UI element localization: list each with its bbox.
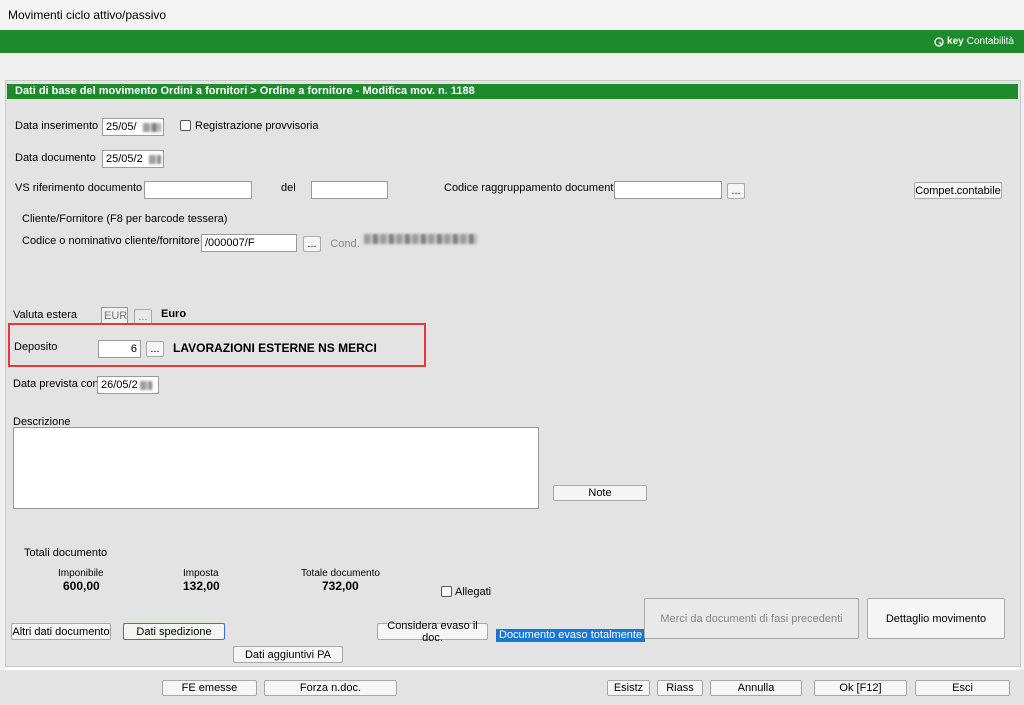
riass-button[interactable]: Riass (657, 680, 703, 696)
data-documento-label: Data documento (15, 152, 96, 164)
dettaglio-movimento-button[interactable]: Dettaglio movimento (867, 598, 1005, 639)
dati-spedizione-button[interactable]: Dati spedizione (123, 623, 225, 640)
registrazione-provvisoria-checkbox[interactable] (180, 120, 191, 131)
esistz-button[interactable]: Esistz (607, 680, 650, 696)
esci-button[interactable]: Esci (915, 680, 1010, 696)
valuta-estera-label: Valuta estera (13, 309, 78, 321)
data-inserimento-value: 25/05/ (106, 121, 137, 133)
imponibile-label: Imponibile (58, 568, 104, 579)
redacted-text (143, 123, 161, 132)
altri-dati-documento-button[interactable]: Altri dati documento (11, 623, 111, 640)
deposito-label: Deposito (14, 341, 58, 353)
codice-raggruppamento-input[interactable] (614, 181, 722, 199)
fe-emesse-button[interactable]: FE emesse (162, 680, 257, 696)
imposta-value: 132,00 (183, 579, 220, 593)
redacted-name (364, 234, 477, 244)
imposta-label: Imposta (183, 568, 219, 579)
deposito-description: LAVORAZIONI ESTERNE NS MERCI (173, 341, 377, 355)
deposito-lookup-button[interactable]: ... (146, 341, 164, 357)
section-header: Dati di base del movimento Ordini a forn… (7, 84, 1018, 99)
vs-riferimento-input[interactable] (144, 181, 252, 199)
redacted-text (140, 381, 152, 390)
codice-raggruppamento-label: Codice raggruppamento documenti (444, 182, 616, 194)
data-documento-field[interactable]: 25/05/2 (102, 150, 164, 168)
allegati-label: Allegati (455, 586, 492, 598)
compet-contabile-button[interactable]: Compet.contabile (914, 182, 1002, 199)
ok-f12-button[interactable]: Ok [F12] (814, 680, 907, 696)
data-inserimento-label: Data inserimento (15, 120, 99, 132)
data-prevista-label: Data prevista cons (13, 378, 97, 390)
data-prevista-input[interactable]: 26/05/2 (97, 376, 159, 394)
totale-documento-label: Totale documento (301, 568, 380, 579)
codice-nominativo-lookup-button[interactable]: ... (303, 236, 321, 252)
valuta-description: Euro (161, 308, 187, 320)
main-panel (5, 80, 1021, 667)
documento-evaso-status: Documento evaso totalmente (496, 629, 646, 642)
key-logo-icon (934, 36, 944, 47)
imponibile-value: 600,00 (63, 579, 100, 593)
del-date-input[interactable] (311, 181, 388, 199)
annulla-button[interactable]: Annulla (710, 680, 802, 696)
del-label: del (281, 182, 296, 194)
codice-nominativo-label: Codice o nominativo cliente/fornitore (22, 235, 200, 247)
cond-button[interactable]: Cond. (329, 235, 361, 252)
codice-raggruppamento-lookup-button[interactable]: ... (727, 183, 745, 199)
data-inserimento-field[interactable]: 25/05/ (102, 118, 164, 136)
redacted-text (149, 155, 161, 164)
cliente-fornitore-label: Cliente/Fornitore (F8 per barcode tesser… (22, 213, 228, 225)
totale-documento-value: 732,00 (322, 579, 359, 593)
section-header-text: Dati di base del movimento Ordini a forn… (15, 85, 475, 97)
merci-fasi-precedenti-button: Merci da documenti di fasi precedenti (644, 598, 859, 639)
brand-key: key (947, 36, 964, 47)
forza-ndoc-button[interactable]: Forza n.doc. (264, 680, 397, 696)
vs-riferimento-label: VS riferimento documento (15, 182, 143, 194)
deposito-input[interactable]: 6 (98, 340, 141, 358)
considera-evaso-button[interactable]: Considera evaso il doc. (377, 620, 488, 644)
window-title: Movimenti ciclo attivo/passivo (8, 8, 167, 22)
codice-nominativo-input[interactable]: /000007/F (201, 234, 297, 252)
totali-documento-label: Totali documento (24, 547, 108, 559)
brand-bar: key Contabilità (0, 30, 1024, 53)
brand-logo: key Contabilità (934, 36, 1014, 47)
descrizione-textarea[interactable] (13, 427, 539, 509)
data-documento-value: 25/05/2 (106, 153, 143, 165)
allegati-checkbox[interactable] (441, 586, 452, 597)
app-window: Movimenti ciclo attivo/passivo key Contab… (0, 0, 1024, 705)
data-prevista-value: 26/05/2 (101, 379, 138, 391)
brand-name: Contabilità (966, 36, 1014, 47)
title-bar: Movimenti ciclo attivo/passivo (0, 0, 1024, 30)
note-button[interactable]: Note (553, 485, 647, 501)
dati-aggiuntivi-pa-button[interactable]: Dati aggiuntivi PA (233, 646, 343, 663)
registrazione-provvisoria-label: Registrazione provvisoria (195, 120, 319, 132)
